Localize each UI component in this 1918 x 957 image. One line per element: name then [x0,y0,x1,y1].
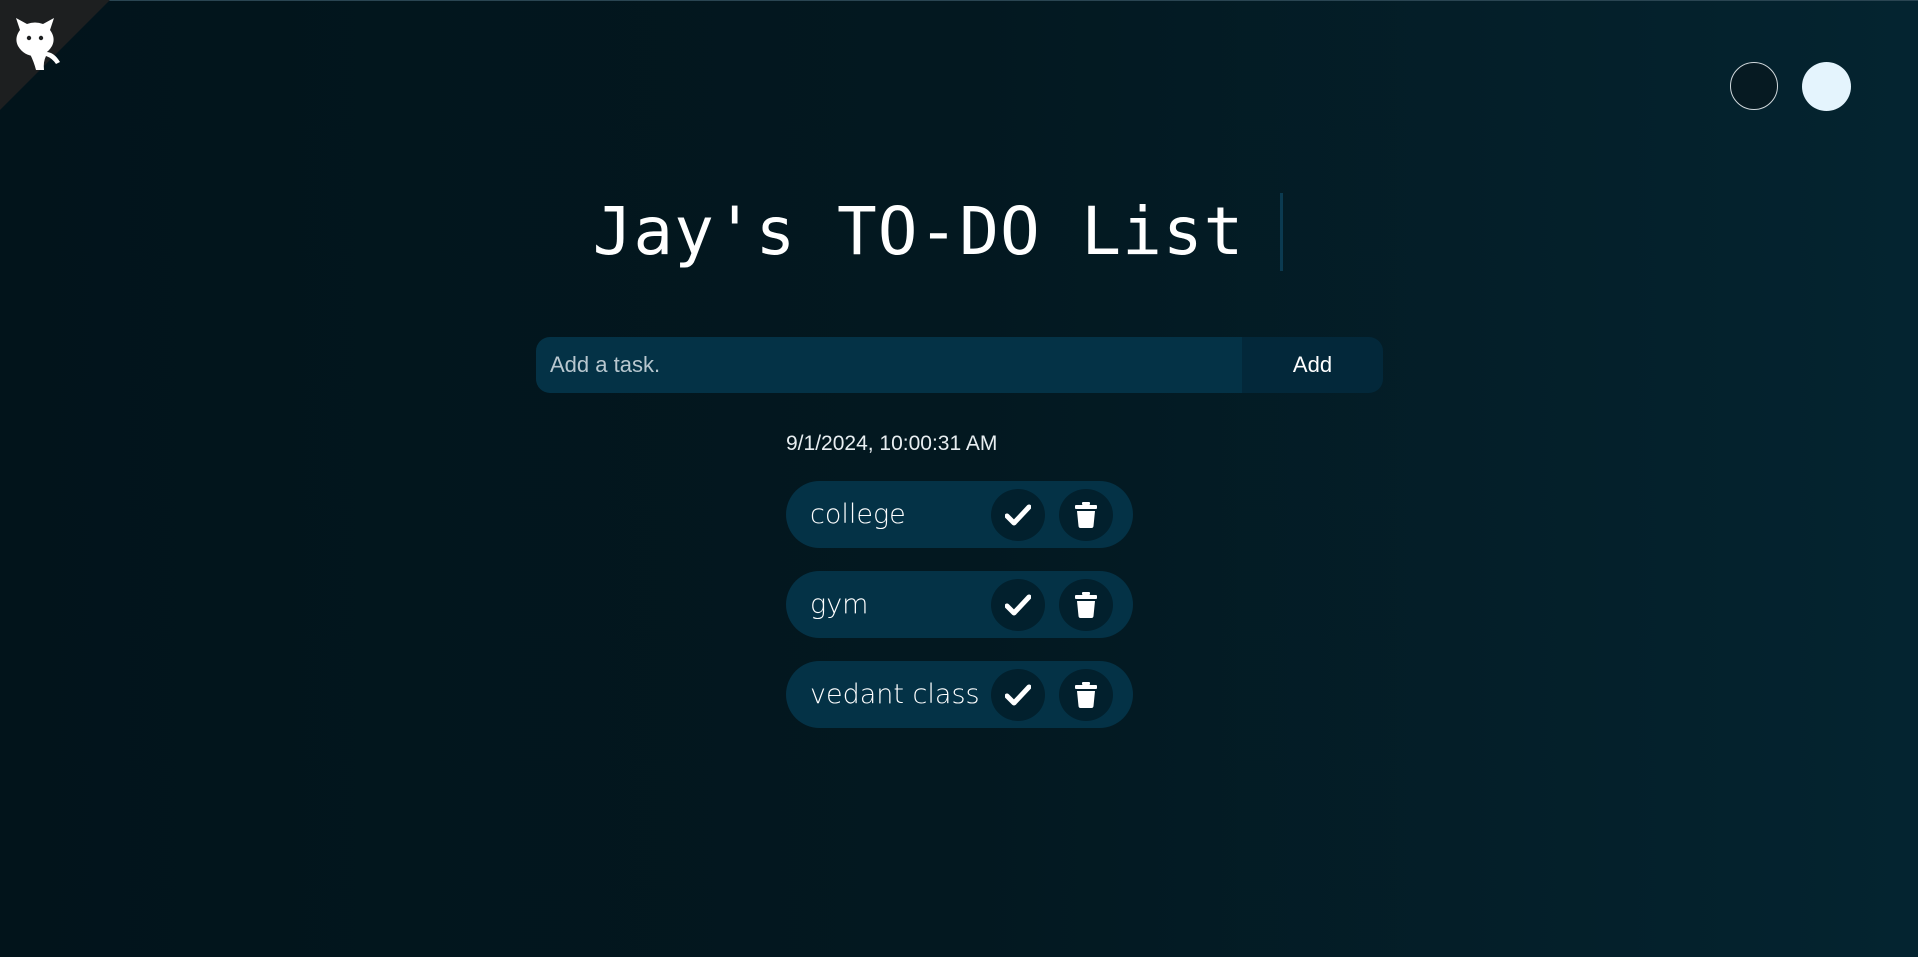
delete-task-button[interactable] [1059,669,1113,721]
delete-task-button[interactable] [1059,579,1113,631]
page-title: Jay's TO-DO List [0,188,1876,272]
check-icon [1005,504,1031,526]
trash-icon [1075,592,1097,618]
task-list: college gym vedant class [786,481,1133,751]
delete-task-button[interactable] [1059,489,1113,541]
timestamp: 9/1/2024, 10:00:31 AM [786,432,998,455]
top-border [0,0,1918,1]
task-label: vedant class [810,679,980,710]
dark-theme-toggle[interactable] [1730,62,1778,110]
add-task-form: Add [536,337,1383,393]
add-button[interactable]: Add [1242,337,1383,393]
task-label: college [810,499,906,530]
complete-task-button[interactable] [991,669,1045,721]
check-icon [1005,684,1031,706]
github-corner-link[interactable] [0,0,110,110]
complete-task-button[interactable] [991,489,1045,541]
task-item: college [786,481,1133,548]
check-icon [1005,594,1031,616]
complete-task-button[interactable] [991,579,1045,631]
task-input[interactable] [536,337,1242,393]
github-octocat-icon [0,0,110,110]
task-item: gym [786,571,1133,638]
page-title-text: Jay's TO-DO List [592,192,1245,270]
task-item: vedant class [786,661,1133,728]
typing-cursor [1280,192,1284,271]
trash-icon [1075,502,1097,528]
light-theme-toggle[interactable] [1802,62,1851,111]
task-label: gym [810,589,869,620]
trash-icon [1075,682,1097,708]
